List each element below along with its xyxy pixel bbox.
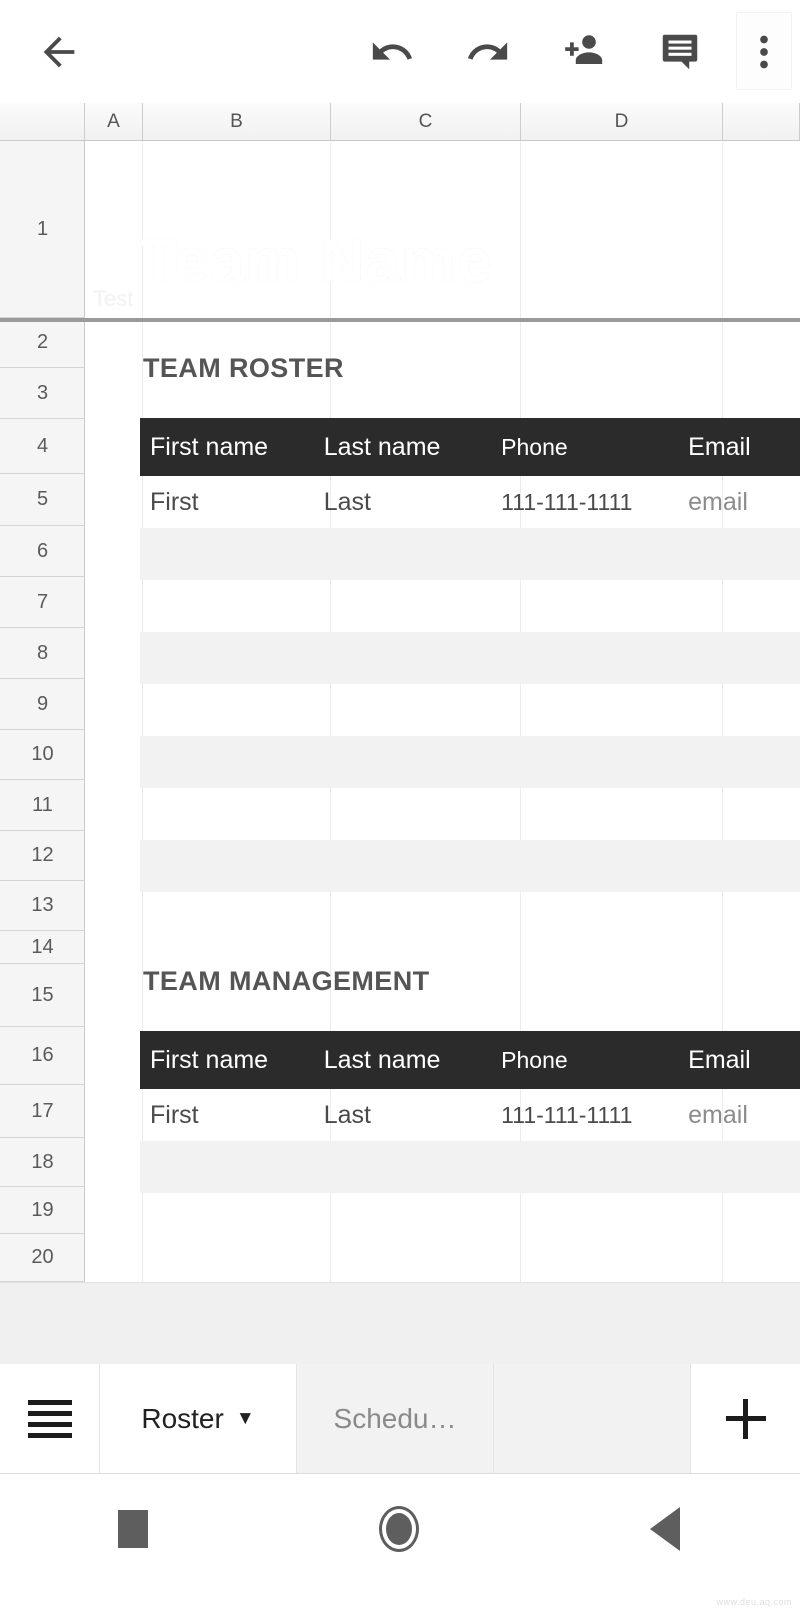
table-header-row: First name Last name Phone Email (140, 418, 800, 476)
table-row[interactable]: First Last 111-111-1111 email (140, 476, 800, 528)
table-row[interactable] (140, 788, 800, 840)
cell-phone[interactable]: 111-111-1111 (501, 1102, 688, 1129)
grid-bottom-strip (0, 1282, 800, 1364)
row-header-18[interactable]: 18 (0, 1138, 85, 1187)
chevron-down-icon: ▼ (235, 1407, 255, 1429)
cell-first-name[interactable]: First (140, 1101, 324, 1130)
row-header-2[interactable]: 2 (0, 318, 85, 368)
table-team-roster: First name Last name Phone Email First L… (140, 418, 800, 892)
cell-last-name[interactable]: Last (324, 488, 501, 517)
column-header-c[interactable]: C (331, 103, 521, 140)
top-toolbar (0, 0, 800, 103)
android-navigation-bar (0, 1474, 800, 1613)
row-header-9[interactable]: 9 (0, 679, 85, 730)
sheet-tab-bar: Roster ▼ Schedu… (0, 1364, 800, 1474)
sheet-tab-label: Schedu… (333, 1402, 457, 1434)
sheet-tab-schedule[interactable]: Schedu… (297, 1364, 494, 1473)
cell-phone[interactable]: 111-111-1111 (501, 489, 688, 516)
undo-button[interactable] (344, 0, 440, 103)
redo-button[interactable] (440, 0, 536, 103)
table-row[interactable] (140, 684, 800, 736)
sheet-tab-empty[interactable] (494, 1364, 691, 1473)
circle-icon (379, 1506, 419, 1552)
row-header-7[interactable]: 7 (0, 577, 85, 628)
comment-icon (662, 34, 698, 69)
select-all-corner[interactable] (0, 103, 85, 140)
row-header-1[interactable]: 1 (0, 141, 85, 318)
row-header-16[interactable]: 16 (0, 1027, 85, 1085)
col-email: Email (688, 432, 751, 461)
row-header-20[interactable]: 20 (0, 1234, 85, 1282)
cell-email[interactable]: email (688, 488, 800, 517)
all-sheets-menu-button[interactable] (0, 1364, 100, 1473)
table-row[interactable] (140, 1141, 800, 1193)
back-button[interactable] (0, 0, 118, 103)
overflow-menu-icon (760, 35, 768, 68)
corner-watermark: www.deu.aq.com (716, 1597, 792, 1607)
table-row[interactable] (140, 528, 800, 580)
sheet-tab-roster[interactable]: Roster ▼ (100, 1364, 297, 1473)
doc-title-watermark: Team Name (140, 227, 493, 296)
nav-recents-button[interactable] (0, 1474, 266, 1584)
row-header-12[interactable]: 12 (0, 831, 85, 881)
back-arrow-icon (43, 36, 75, 67)
add-sheet-button[interactable] (691, 1364, 800, 1473)
cell-first-name[interactable]: First (140, 488, 324, 517)
col-phone: Phone (501, 433, 568, 460)
column-header-e[interactable] (723, 103, 800, 140)
col-first-name: First name (150, 1045, 269, 1074)
row-header-15[interactable]: 15 (0, 964, 85, 1027)
row-header-17[interactable]: 17 (0, 1085, 85, 1138)
row-header-5[interactable]: 5 (0, 474, 85, 526)
undo-icon (372, 41, 413, 60)
col-last-name: Last name (323, 1045, 441, 1074)
row-header-3[interactable]: 3 (0, 368, 85, 419)
spreadsheet-grid[interactable]: Team Name Test TEAM ROSTER First name La… (0, 141, 800, 1282)
sheet-document: Team Name Test TEAM ROSTER First name La… (85, 141, 800, 1282)
row-header-14[interactable]: 14 (0, 931, 85, 964)
row-header-8[interactable]: 8 (0, 628, 85, 679)
square-icon (118, 1510, 148, 1548)
section-heading-roster: TEAM ROSTER (143, 353, 344, 383)
triangle-back-icon (650, 1507, 680, 1551)
row-header-6[interactable]: 6 (0, 526, 85, 577)
share-add-person-button[interactable] (536, 0, 632, 103)
col-first-name: First name (150, 432, 269, 461)
nav-home-button[interactable] (266, 1474, 532, 1584)
nav-back-button[interactable] (532, 1474, 798, 1584)
app-screen: A B C D Team Name Test TEAM ROSTER First… (0, 0, 800, 1613)
col-email: Email (688, 1045, 751, 1074)
sheet-tab-label: Roster (141, 1402, 224, 1434)
table-row[interactable] (140, 632, 800, 684)
table-row[interactable]: First Last 111-111-1111 email (140, 1089, 800, 1141)
person-add-icon (565, 34, 603, 64)
table-header-row: First name Last name Phone Email (140, 1031, 800, 1089)
table-row[interactable] (140, 840, 800, 892)
column-header-row: A B C D (0, 103, 800, 141)
hamburger-icon (27, 1399, 72, 1438)
row-header-10[interactable]: 10 (0, 730, 85, 780)
col-phone: Phone (501, 1046, 568, 1073)
column-header-b[interactable]: B (143, 103, 331, 140)
table-team-management: First name Last name Phone Email First L… (140, 1031, 800, 1193)
row-header-11[interactable]: 11 (0, 780, 85, 831)
col-last-name: Last name (323, 432, 441, 461)
plus-icon (725, 1398, 766, 1439)
frozen-row-divider (0, 318, 800, 322)
row-header-4[interactable]: 4 (0, 419, 85, 474)
row-header-19[interactable]: 19 (0, 1187, 85, 1234)
column-header-d[interactable]: D (521, 103, 723, 140)
more-options-button[interactable] (728, 0, 800, 103)
redo-icon (467, 41, 508, 60)
table-row[interactable] (140, 736, 800, 788)
table-row[interactable] (140, 580, 800, 632)
doc-subtitle-watermark: Test (93, 286, 134, 311)
cell-last-name[interactable]: Last (324, 1101, 501, 1130)
cell-email[interactable]: email (688, 1101, 800, 1130)
comment-button[interactable] (632, 0, 728, 103)
column-header-a[interactable]: A (85, 103, 143, 140)
row-header-13[interactable]: 13 (0, 881, 85, 931)
row-number-gutter: 1 2 3 4 5 6 7 8 9 10 11 12 13 14 15 16 1… (0, 141, 85, 1282)
section-heading-management: TEAM MANAGEMENT (143, 966, 430, 996)
